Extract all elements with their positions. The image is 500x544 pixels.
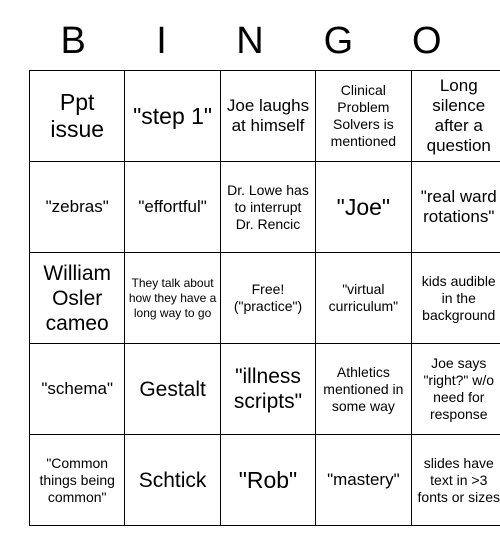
bingo-cell-i1[interactable]: "step 1"	[124, 70, 221, 162]
bingo-cell-b4[interactable]: "schema"	[28, 343, 126, 435]
bingo-header-letter-b: B	[60, 20, 86, 62]
bingo-cell-o2[interactable]: "real ward rotations"	[410, 161, 500, 253]
bingo-row: William Osler cameo They talk about how …	[28, 252, 500, 344]
bingo-cell-o1[interactable]: Long silence after a question	[410, 70, 500, 162]
bingo-cell-free-space[interactable]: Free! ("practice")	[219, 252, 317, 344]
bingo-cell-n2[interactable]: Dr. Lowe has to interrupt Dr. Rencic	[219, 161, 317, 253]
bingo-header-letter-o: O	[411, 20, 442, 62]
bingo-cell-g5[interactable]: "mastery"	[315, 434, 412, 526]
bingo-cell-i2[interactable]: "effortful"	[124, 161, 221, 253]
bingo-cell-i4[interactable]: Gestalt	[124, 343, 221, 435]
bingo-row: "schema" Gestalt "illness scripts" Athle…	[28, 343, 500, 435]
bingo-row: "Common things being common" Schtick "Ro…	[28, 434, 500, 526]
bingo-cell-o3[interactable]: kids audible in the background	[410, 252, 500, 344]
bingo-cell-i5[interactable]: Schtick	[124, 434, 221, 526]
bingo-cell-b2[interactable]: "zebras"	[28, 161, 126, 253]
bingo-cell-o4[interactable]: Joe says "right?" w/o need for response	[410, 343, 500, 435]
bingo-cell-g4[interactable]: Athletics mentioned in some way	[315, 343, 412, 435]
bingo-cell-n4[interactable]: "illness scripts"	[219, 343, 317, 435]
bingo-cell-g2[interactable]: "Joe"	[315, 161, 412, 253]
bingo-cell-n1[interactable]: Joe laughs at himself	[219, 70, 317, 162]
bingo-cell-b5[interactable]: "Common things being common"	[28, 434, 126, 526]
bingo-header-letter-n: N	[236, 20, 264, 62]
bingo-cell-g3[interactable]: "virtual curriculum"	[315, 252, 412, 344]
bingo-grid: Ppt issue "step 1" Joe laughs at himself…	[28, 70, 500, 526]
bingo-cell-g1[interactable]: Clinical Problem Solvers is mentioned	[315, 70, 412, 162]
bingo-row: "zebras" "effortful" Dr. Lowe has to int…	[28, 161, 500, 253]
bingo-header-row: B I N G O	[29, 12, 471, 70]
bingo-cell-b1[interactable]: Ppt issue	[28, 70, 126, 162]
bingo-cell-o5[interactable]: slides have text in >3 fonts or sizes	[410, 434, 500, 526]
bingo-header-letter-i: I	[156, 20, 167, 62]
bingo-cell-b3[interactable]: William Osler cameo	[28, 252, 126, 344]
bingo-cell-n5[interactable]: "Rob"	[219, 434, 317, 526]
bingo-row: Ppt issue "step 1" Joe laughs at himself…	[28, 70, 500, 162]
bingo-header-letter-g: G	[323, 20, 354, 62]
bingo-cell-i3[interactable]: They talk about how they have a long way…	[124, 252, 221, 344]
bingo-card: B I N G O Ppt issue "step 1" Joe laughs …	[28, 12, 500, 526]
